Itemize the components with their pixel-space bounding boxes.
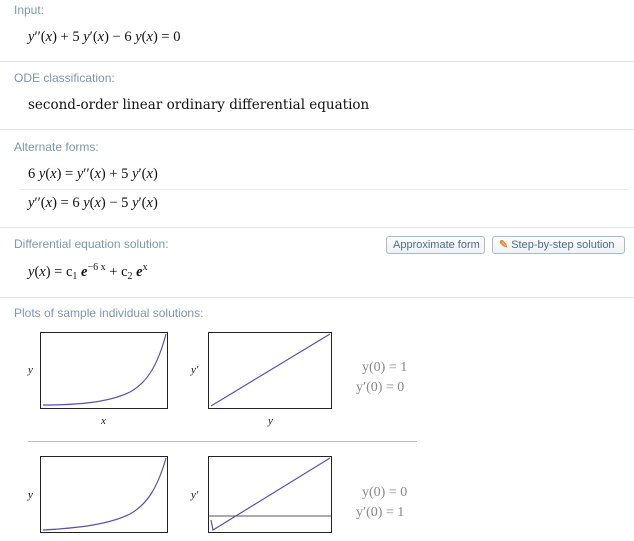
input-equation: y′′(x) + 5 y′(x) − 6 y(x) = 0: [28, 29, 181, 45]
separator: [0, 61, 634, 62]
plot-row-divider: [28, 441, 417, 442]
initial-condition-1b: y′(0) = 0: [356, 380, 405, 395]
phase-plot-x-axis-label: y: [268, 415, 273, 427]
approximate-form-button[interactable]: Approximate form: [386, 236, 485, 254]
plots-pod-title: Plots of sample individual solutions:: [14, 306, 204, 320]
alternate-form-2: y′′(x) = 6 y(x) − 5 y′(x): [28, 195, 158, 211]
alternate-forms-pod-title: Alternate forms:: [14, 140, 99, 154]
phase-plot-yprime-vs-y-2: [208, 456, 332, 533]
solution-plot-y-vs-x-2: [40, 456, 168, 533]
alternate-form-divider: [20, 189, 628, 190]
separator: [0, 297, 634, 298]
plot-y-axis-label: y: [28, 364, 33, 376]
edit-pencil-icon: ✎: [499, 239, 509, 251]
phase-plot-yprime-vs-y: [208, 332, 332, 409]
separator: [0, 129, 634, 130]
alternate-form-1: 6 y(x) = y′′(x) + 5 y′(x): [28, 166, 158, 182]
plot-x-axis-label: x: [101, 415, 106, 427]
separator: [0, 227, 634, 228]
step-by-step-solution-button[interactable]: ✎ Step-by-step solution: [492, 236, 625, 254]
solution-plot-y-vs-x: [40, 332, 168, 409]
solution-equation: y(x) = c1 e−6 x + c2 ex: [28, 262, 148, 282]
initial-condition-2a: y(0) = 0: [362, 485, 408, 500]
plot-y-axis-label: y: [28, 489, 33, 501]
plot-yprime-axis-label: y′: [191, 489, 199, 501]
initial-condition-1a: y(0) = 1: [362, 360, 408, 375]
plot-yprime-axis-label: y′: [191, 364, 199, 376]
classification-pod-title: ODE classification:: [14, 71, 115, 85]
solution-pod-title: Differential equation solution:: [14, 237, 169, 251]
input-pod-title: Input:: [14, 3, 45, 17]
classification-text: second-order linear ordinary differentia…: [28, 97, 370, 113]
initial-condition-2b: y′(0) = 1: [356, 505, 405, 520]
